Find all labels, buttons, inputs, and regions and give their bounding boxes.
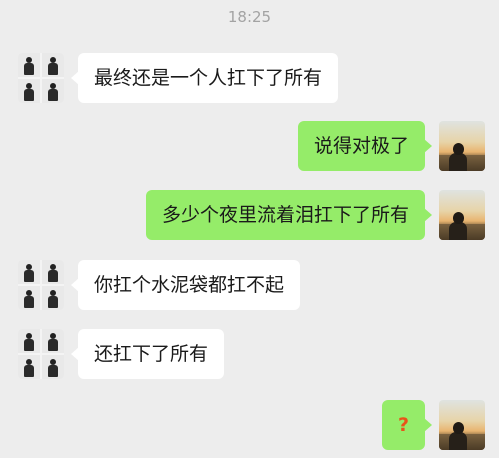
message-bubble-incoming[interactable]: 最终还是一个人扛下了所有 xyxy=(70,53,339,103)
message-row: 最终还是一个人扛下了所有 xyxy=(18,53,358,103)
message-timestamp: 18:25 xyxy=(227,8,272,26)
message-row: 多少个夜里流着泪扛下了所有 xyxy=(105,190,485,240)
contact-avatar[interactable] xyxy=(18,53,64,103)
message-row: 还扛下了所有 xyxy=(18,329,248,379)
self-avatar[interactable] xyxy=(439,121,485,171)
message-row: 你扛个水泥袋都扛不起 xyxy=(18,260,328,310)
message-bubble-outgoing[interactable]: 多少个夜里流着泪扛下了所有 xyxy=(145,190,433,240)
message-bubble-incoming[interactable]: 你扛个水泥袋都扛不起 xyxy=(70,260,301,310)
message-row: 说得对极了 xyxy=(265,121,485,171)
self-avatar[interactable] xyxy=(439,190,485,240)
message-row: ? xyxy=(365,400,485,450)
contact-avatar[interactable] xyxy=(18,260,64,310)
message-bubble-outgoing[interactable]: ? xyxy=(381,400,433,450)
chat-window: 18:25 最终还是一个人扛下了所有 说得对极了 多少个夜里流着泪扛下了所有 你… xyxy=(0,0,499,458)
self-avatar[interactable] xyxy=(439,400,485,450)
contact-avatar[interactable] xyxy=(18,329,64,379)
message-bubble-outgoing[interactable]: 说得对极了 xyxy=(297,121,433,171)
message-bubble-incoming[interactable]: 还扛下了所有 xyxy=(70,329,225,379)
